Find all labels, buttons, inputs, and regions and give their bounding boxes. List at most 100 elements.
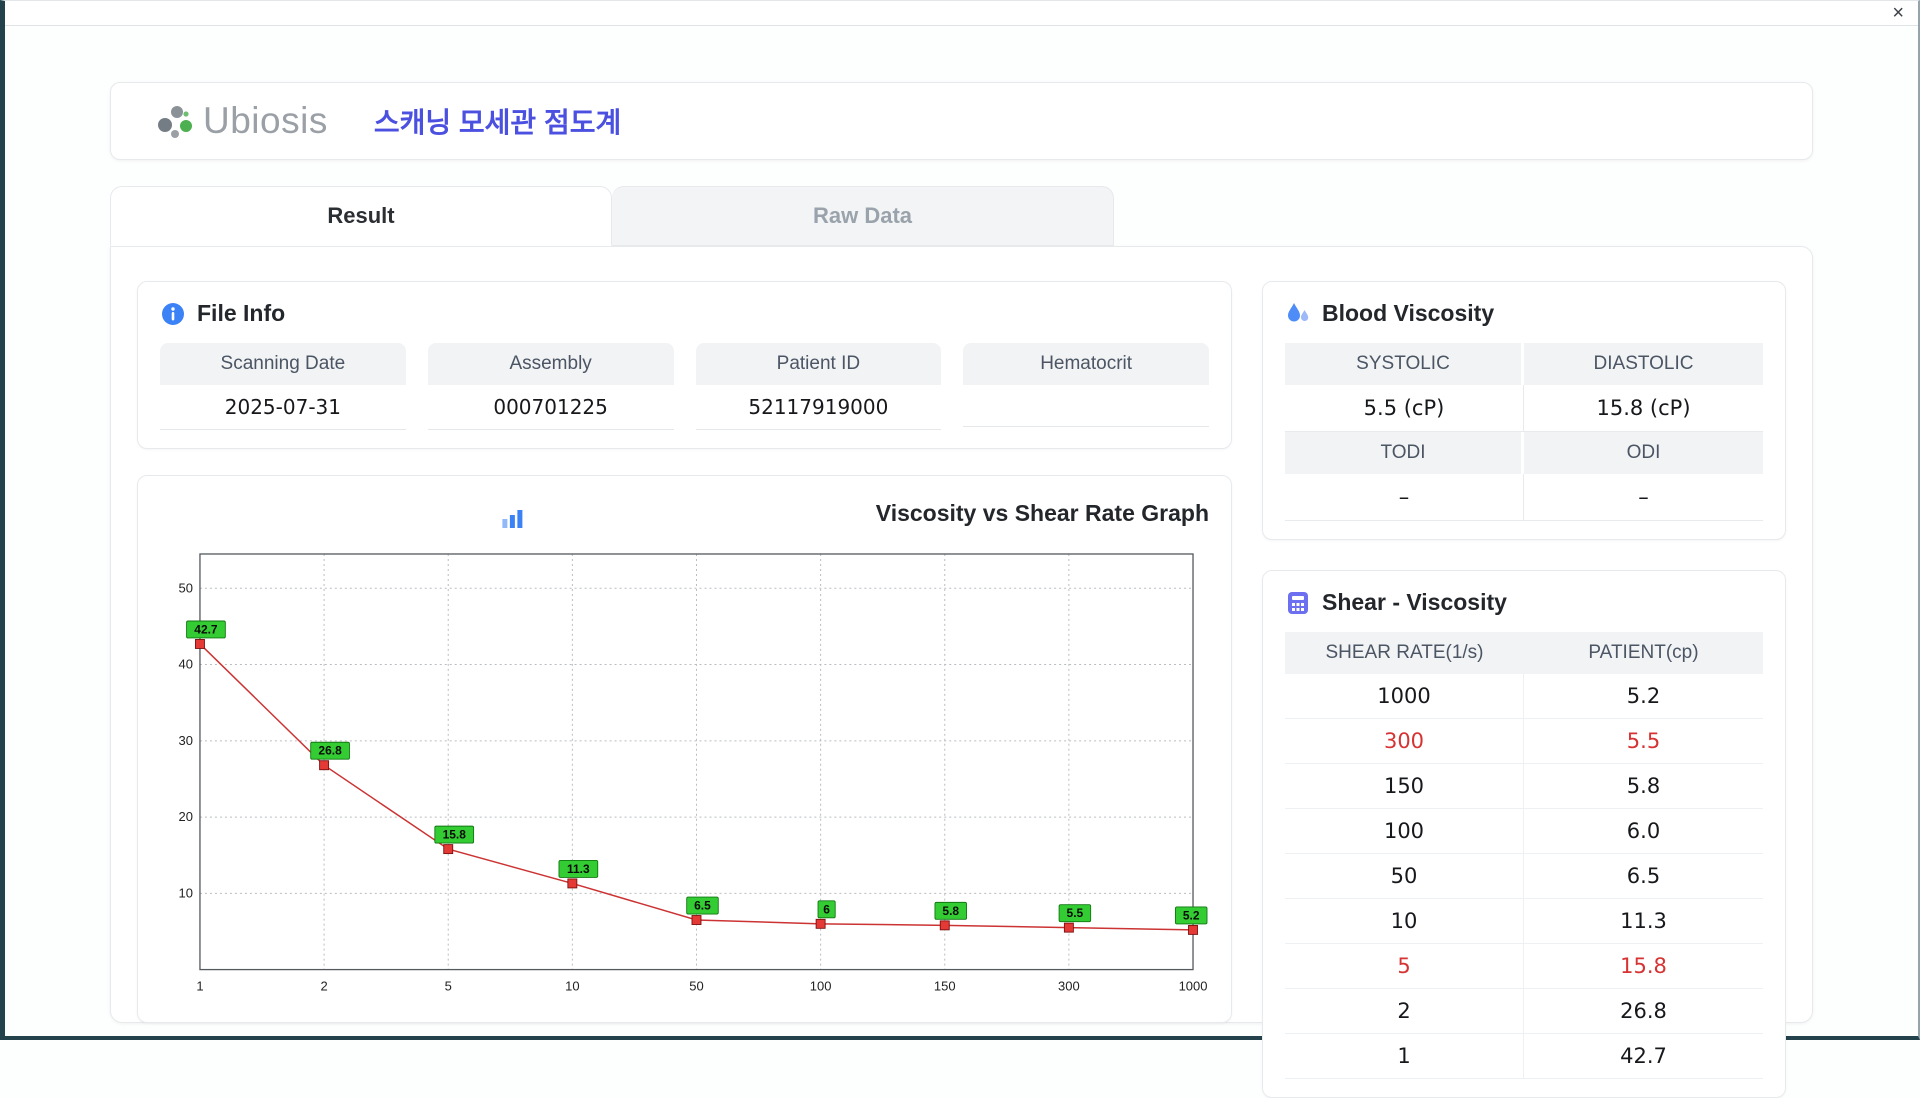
svg-text:300: 300 [1058,979,1080,994]
patient-cell: 11.3 [1524,899,1763,943]
blood-viscosity-header: Blood Viscosity [1285,300,1763,327]
page-title: 스캐닝 모세관 점도계 [374,101,621,141]
tab-result[interactable]: Result [110,186,612,246]
svg-text:10: 10 [565,979,579,994]
table-row: 150 5.8 [1285,764,1763,809]
field-value: 52117919000 [696,385,942,430]
patient-cell: 5.8 [1524,764,1763,808]
viscosity-shear-chart: 102030405042.726.815.811.36.565.85.55.21… [160,544,1209,1004]
tab-bar: Result Raw Data [110,186,1813,246]
table-header-row: SHEAR RATE(1/s) PATIENT(cp) [1285,632,1763,674]
patient-cell: 5.2 [1524,674,1763,718]
shear-cell: 100 [1285,809,1524,853]
svg-text:20: 20 [179,809,193,824]
table-row: 5 15.8 [1285,944,1763,989]
header-card: Ubiosis 스캐닝 모세관 점도계 [110,82,1813,160]
field-value [963,385,1209,427]
field-label: Hematocrit [963,343,1209,385]
shear-viscosity-title: Shear - Viscosity [1322,589,1507,616]
shear-cell: 150 [1285,764,1524,808]
bv-value-systolic: 5.5 (cP) [1285,385,1524,432]
patient-cell: 6.0 [1524,809,1763,853]
file-info-header: File Info [160,300,1209,327]
field-scanning-date: Scanning Date 2025-07-31 [160,343,406,430]
shear-cell: 1 [1285,1034,1524,1078]
logo-text: Ubiosis [203,100,328,142]
field-label: Scanning Date [160,343,406,385]
file-info-title: File Info [197,300,285,327]
patient-cell: 42.7 [1524,1034,1763,1078]
result-panel: File Info Scanning Date 2025-07-31 Assem… [110,246,1813,1023]
svg-text:2: 2 [320,979,327,994]
shear-viscosity-table: SHEAR RATE(1/s) PATIENT(cp) 1000 5.2 300… [1285,632,1763,1079]
svg-text:6.5: 6.5 [694,899,711,913]
field-label: Patient ID [696,343,942,385]
field-value: 2025-07-31 [160,385,406,430]
svg-text:1: 1 [196,979,203,994]
file-info-card: File Info Scanning Date 2025-07-31 Assem… [137,281,1232,449]
svg-text:11.3: 11.3 [567,862,590,876]
field-assembly: Assembly 000701225 [428,343,674,430]
blood-viscosity-grid: SYSTOLIC DIASTOLIC 5.5 (cP) 15.8 (cP) TO… [1285,343,1763,521]
shear-cell: 10 [1285,899,1524,943]
bv-label-odi: ODI [1524,432,1763,474]
calculator-icon [1285,590,1311,616]
ubiosis-logo-icon [153,100,195,142]
svg-text:5.5: 5.5 [1067,906,1084,920]
bv-label-todi: TODI [1285,432,1524,474]
svg-text:150: 150 [934,979,956,994]
svg-text:50: 50 [689,979,703,994]
col-shear-rate: SHEAR RATE(1/s) [1285,632,1524,674]
field-label: Assembly [428,343,674,385]
shear-cell: 50 [1285,854,1524,898]
table-row: 10 11.3 [1285,899,1763,944]
graph-header: Viscosity vs Shear Rate Graph [160,494,1209,532]
right-column: Blood Viscosity SYSTOLIC DIASTOLIC 5.5 (… [1262,281,1786,996]
svg-text:30: 30 [179,733,193,748]
blood-viscosity-card: Blood Viscosity SYSTOLIC DIASTOLIC 5.5 (… [1262,281,1786,540]
svg-text:100: 100 [810,979,832,994]
graph-title: Viscosity vs Shear Rate Graph [876,500,1209,527]
shear-cell: 1000 [1285,674,1524,718]
shear-viscosity-card: Shear - Viscosity SHEAR RATE(1/s) PATIEN… [1262,570,1786,1098]
svg-text:15.8: 15.8 [443,828,467,842]
titlebar: × [5,1,1918,26]
bv-value-todi: – [1285,474,1524,521]
water-drops-icon [1285,301,1311,327]
svg-text:50: 50 [179,580,193,595]
col-patient: PATIENT(cp) [1524,632,1763,674]
info-icon [160,301,186,327]
table-row: 1000 5.2 [1285,674,1763,719]
bv-label-systolic: SYSTOLIC [1285,343,1524,385]
svg-text:26.8: 26.8 [318,744,342,758]
patient-cell: 15.8 [1524,944,1763,988]
shear-viscosity-header: Shear - Viscosity [1285,589,1763,616]
patient-cell: 26.8 [1524,989,1763,1033]
blood-viscosity-title: Blood Viscosity [1322,300,1494,327]
left-column: File Info Scanning Date 2025-07-31 Assem… [137,281,1232,996]
app-logo: Ubiosis [153,100,328,142]
field-value: 000701225 [428,385,674,430]
field-patient-id: Patient ID 52117919000 [696,343,942,430]
shear-cell: 2 [1285,989,1524,1033]
table-row: 100 6.0 [1285,809,1763,854]
table-row: 300 5.5 [1285,719,1763,764]
table-row: 2 26.8 [1285,989,1763,1034]
bv-value-odi: – [1524,474,1763,521]
svg-text:5: 5 [445,979,452,994]
table-row: 50 6.5 [1285,854,1763,899]
shear-cell: 5 [1285,944,1524,988]
svg-text:1000: 1000 [1179,979,1208,994]
svg-text:10: 10 [179,885,193,900]
svg-text:40: 40 [179,657,193,672]
bv-label-diastolic: DIASTOLIC [1524,343,1763,385]
graph-card: Viscosity vs Shear Rate Graph 10 20 30 40 50… [137,475,1232,1023]
close-icon[interactable]: × [1892,3,1904,23]
tab-raw-data[interactable]: Raw Data [612,186,1114,246]
svg-text:6: 6 [823,902,830,916]
file-info-fields: Scanning Date 2025-07-31 Assembly 000701… [160,343,1209,430]
field-hematocrit: Hematocrit [963,343,1209,430]
bv-value-diastolic: 15.8 (cP) [1524,385,1763,432]
svg-text:42.7: 42.7 [194,622,218,636]
patient-cell: 6.5 [1524,854,1763,898]
